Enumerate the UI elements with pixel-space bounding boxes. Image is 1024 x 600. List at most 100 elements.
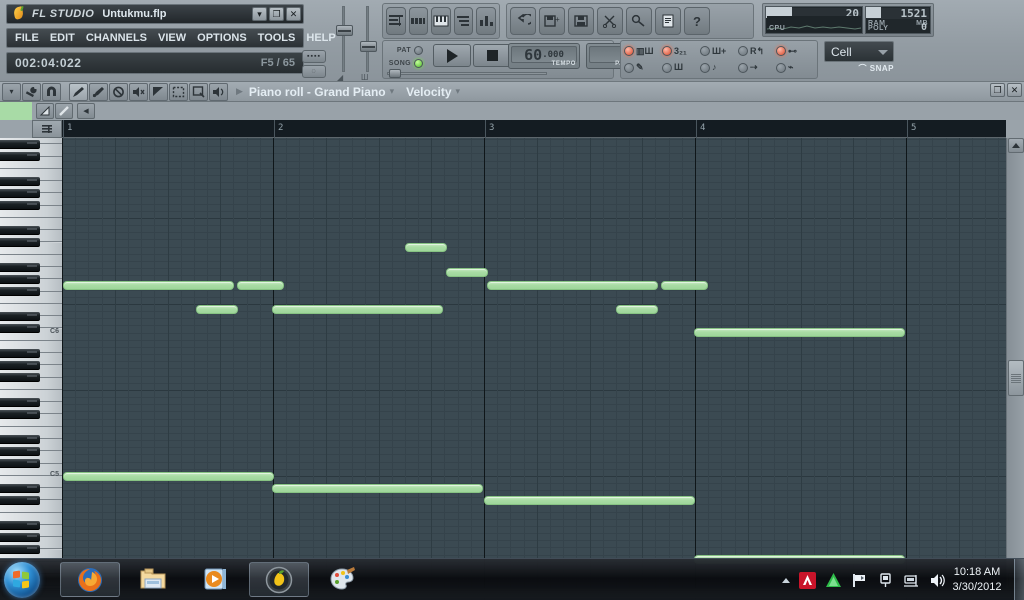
menu-options[interactable]: OPTIONS (197, 32, 247, 44)
piano-roll-note[interactable] (272, 305, 443, 314)
piano-black-key[interactable] (0, 188, 40, 198)
piano-black-key[interactable] (0, 324, 40, 333)
close-button[interactable]: ✕ (286, 7, 301, 21)
browser-icon[interactable] (453, 7, 474, 35)
select-icon[interactable] (169, 82, 188, 101)
scroll-left-button[interactable]: ◀ (77, 103, 95, 119)
taskbar-item-firefox[interactable] (60, 562, 120, 597)
show-hidden-icons-button[interactable] (782, 577, 790, 583)
save-icon[interactable] (568, 7, 594, 35)
piano-black-key[interactable] (0, 311, 40, 321)
piano-black-key[interactable] (0, 139, 40, 149)
snap-selector[interactable]: Cell (824, 41, 894, 62)
piano-roll-expand-icon[interactable]: ▶ (236, 86, 243, 97)
pitch-speed-slider[interactable] (387, 69, 547, 78)
piano-roll-note[interactable] (63, 281, 234, 290)
piano-black-key[interactable] (0, 287, 40, 297)
master-volume-knob[interactable] (336, 25, 353, 36)
piano-black-key[interactable] (0, 201, 40, 211)
menu-edit[interactable]: EDIT (50, 32, 75, 44)
progress-icon[interactable]: ◌ (302, 65, 326, 78)
maximize-button[interactable]: ❐ (269, 7, 284, 21)
playback-icon[interactable] (209, 82, 228, 101)
menu-tools[interactable]: TOOLS (258, 32, 296, 44)
clock[interactable]: 10:18 AM 3/30/2012 (948, 565, 1006, 595)
piano-black-key[interactable] (0, 446, 40, 456)
usb-device-icon[interactable] (877, 572, 894, 589)
piano-roll-note[interactable] (484, 496, 695, 505)
piano-black-key[interactable] (0, 348, 40, 358)
opt-step-edit[interactable]: ♪ (700, 60, 738, 77)
menu-view[interactable]: VIEW (158, 32, 186, 44)
opt-wait-for-input[interactable]: Ш (662, 60, 700, 77)
pat-led[interactable] (414, 46, 423, 55)
piano-black-key[interactable] (0, 483, 40, 493)
opt-multilink-controllers[interactable]: ⊷ (776, 43, 814, 60)
piano-black-key[interactable] (0, 532, 40, 542)
piano-black-key[interactable] (0, 274, 40, 284)
key-icon[interactable] (626, 7, 652, 35)
piano-black-key[interactable] (0, 545, 40, 554)
velocity-chevron-icon[interactable]: ▾ (456, 86, 461, 97)
ruler-left-button[interactable] (32, 120, 62, 138)
help-icon[interactable]: ? (684, 7, 710, 35)
scroll-up-button[interactable] (1008, 138, 1024, 153)
wrench-icon[interactable] (22, 82, 41, 101)
master-pitch-knob[interactable] (360, 41, 377, 52)
piano-roll-note[interactable] (616, 305, 658, 314)
notes-icon[interactable] (655, 7, 681, 35)
taskbar-item-explorer[interactable] (123, 562, 183, 597)
paint-brush-icon[interactable] (89, 82, 108, 101)
opt-auto-scroll[interactable]: ⇢ (738, 60, 776, 77)
opt-enable-tools[interactable]: ✎ (624, 60, 662, 77)
piano-roll-note[interactable] (487, 281, 658, 290)
piano-roll-note[interactable] (661, 281, 708, 290)
avira-antivirus-icon[interactable] (799, 571, 816, 589)
tempo-display[interactable]: 60.000 TEMPO (508, 43, 580, 69)
slice-icon[interactable] (149, 82, 168, 101)
note-slide-icon[interactable] (36, 103, 54, 119)
hint-bar-icon[interactable]: ▪▪▪▪ (302, 50, 326, 63)
master-volume-track[interactable] (336, 6, 353, 72)
taskbar-item-media-player[interactable] (186, 562, 246, 597)
timeline-ruler[interactable]: 1 2 3 4 5 (62, 120, 1006, 138)
cut-tools-icon[interactable] (597, 7, 623, 35)
note-level-icon[interactable] (55, 103, 73, 119)
piano-roll-note[interactable] (196, 305, 238, 314)
show-desktop-button[interactable] (1014, 559, 1024, 600)
pattern-song-switch[interactable]: PAT SONG (387, 44, 431, 70)
piano-roll-note[interactable] (63, 472, 274, 481)
mixer-icon[interactable] (476, 7, 496, 35)
piano-black-key[interactable] (0, 152, 40, 162)
play-button[interactable] (433, 44, 471, 67)
piano-roll-note[interactable] (272, 484, 483, 493)
velocity-selector[interactable]: Velocity (406, 85, 451, 99)
piano-black-key[interactable] (0, 434, 40, 444)
piano-black-key[interactable] (0, 225, 40, 235)
piano-keyboard[interactable]: C6 C5 (0, 138, 62, 588)
step-sequencer-icon[interactable] (408, 7, 429, 35)
piano-roll-title-chevron-icon[interactable]: ▾ (390, 86, 395, 97)
piano-roll-note[interactable] (237, 281, 284, 290)
minimize-button[interactable]: ▾ (252, 7, 267, 21)
magnet-snap-icon[interactable] (42, 82, 61, 101)
piano-black-key[interactable] (0, 397, 40, 407)
piano-roll-note[interactable] (694, 328, 905, 337)
opt-snap-magnet[interactable]: ⌁ (776, 60, 814, 77)
network-icon[interactable] (903, 572, 920, 589)
playlist-icon[interactable] (386, 7, 406, 35)
flag-action-center-icon[interactable] (851, 572, 868, 589)
opt-loop-recording[interactable]: R↰ (738, 43, 776, 60)
taskbar-item-fl-studio[interactable] (249, 562, 309, 597)
time-display[interactable]: 002:04:022 F5 / 65 (6, 52, 304, 74)
piano-black-key[interactable] (0, 373, 40, 383)
piano-black-key[interactable] (0, 262, 40, 272)
delete-icon[interactable] (109, 82, 128, 101)
mute-icon[interactable] (129, 82, 148, 101)
opt-countdown-before-recording[interactable]: 3₂₁ (662, 43, 700, 60)
piano-black-key[interactable] (0, 520, 40, 530)
volume-icon[interactable] (929, 572, 946, 589)
piano-black-key[interactable] (0, 176, 40, 186)
piano-roll-note[interactable] (446, 268, 488, 277)
piano-black-key[interactable] (0, 459, 40, 469)
